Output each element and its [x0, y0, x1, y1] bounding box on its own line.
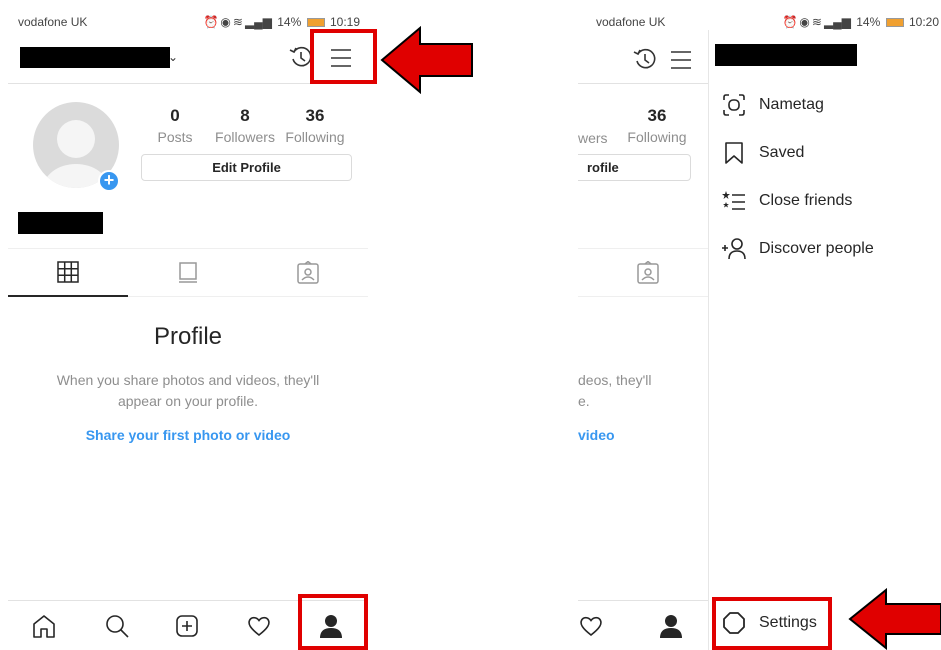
discover-people-icon	[722, 238, 746, 260]
nametag-icon	[723, 94, 745, 116]
stat-following[interactable]: 36 Following	[622, 106, 692, 145]
menu-item-label: Discover people	[759, 240, 874, 257]
empty-state-line-1-partial: deos, they'll	[578, 372, 652, 388]
signal-icon: ▂▄▆	[823, 15, 851, 29]
profile-screen: vodafone UK ⏰ ◉ ≋ ▂▄▆ 14% 10:19 ⌄ + 0 Posts…	[8, 0, 368, 650]
menu-item-nametag[interactable]: Nametag	[721, 90, 824, 120]
tab-feed[interactable]	[128, 249, 248, 297]
chevron-down-icon[interactable]: ⌄	[168, 50, 178, 64]
activity-heart-icon[interactable]	[578, 613, 604, 644]
stat-following[interactable]: 36 Following	[280, 106, 350, 145]
bookmark-icon	[725, 142, 743, 164]
following-count: 36	[305, 106, 325, 125]
home-icon[interactable]	[31, 613, 57, 644]
following-label: Following	[627, 129, 687, 145]
share-first-photo-link[interactable]: Share your first photo or video	[8, 427, 368, 443]
status-bar: vodafone UK ⏰ ◉ ≋ ▂▄▆ 14% 10:20	[578, 0, 941, 34]
share-first-photo-link-partial[interactable]: video	[578, 427, 615, 443]
system-status: ⏰ ◉ ≋ ▂▄▆ 14% 10:20	[780, 15, 939, 29]
following-count: 36	[647, 106, 667, 125]
empty-state-line-2: appear on your profile.	[117, 393, 259, 409]
hamburger-menu-icon[interactable]	[670, 50, 692, 75]
alarm-icon: ⏰	[203, 15, 219, 29]
username-redacted[interactable]	[20, 47, 170, 68]
clock-time: 10:19	[329, 15, 360, 29]
edit-profile-label-partial: rofile	[587, 160, 619, 175]
battery-icon	[306, 18, 325, 28]
grid-icon	[57, 261, 79, 283]
followers-label-partial: wers	[578, 130, 608, 146]
highlight-box-menu	[310, 29, 377, 84]
menu-item-discover-people[interactable]: Discover people	[721, 234, 874, 264]
tab-grid[interactable]	[8, 249, 128, 297]
edit-profile-button[interactable]: rofile	[578, 154, 691, 181]
system-status: ⏰ ◉ ≋ ▂▄▆ 14% 10:19	[201, 15, 360, 29]
following-label: Following	[285, 129, 345, 145]
menu-item-saved[interactable]: Saved	[721, 138, 804, 168]
battery-percent: 14%	[856, 15, 881, 29]
followers-label: Followers	[215, 129, 275, 145]
menu-item-label: Saved	[759, 144, 805, 161]
posts-count: 0	[170, 106, 180, 125]
highlight-box-settings	[712, 597, 832, 650]
drawer-username-redacted	[715, 44, 857, 66]
archive-history-icon[interactable]	[632, 46, 658, 77]
menu-item-close-friends[interactable]: Close friends	[721, 186, 852, 216]
tagged-icon	[637, 261, 659, 284]
activity-heart-icon[interactable]	[246, 613, 272, 644]
battery-percent: 14%	[277, 15, 302, 29]
empty-state-line-2-partial: e.	[578, 393, 590, 409]
signal-icon: ▂▄▆	[244, 15, 272, 29]
profile-nav-icon[interactable]	[658, 613, 684, 644]
clock-time: 10:20	[908, 15, 939, 29]
stat-posts: 0 Posts	[140, 106, 210, 145]
profile-with-drawer-screen: vodafone UK ⏰ ◉ ≋ ▂▄▆ 14% 10:20 36 Followin…	[578, 0, 941, 650]
carrier-label: vodafone UK	[18, 15, 88, 29]
wifi-icon: ≋	[232, 15, 243, 29]
edit-profile-button[interactable]: Edit Profile	[141, 154, 352, 181]
search-icon[interactable]	[104, 613, 130, 644]
profile-tabs	[578, 248, 708, 297]
alarm-icon: ⏰	[782, 15, 798, 29]
eye-icon: ◉	[220, 15, 231, 29]
tagged-icon	[297, 261, 319, 284]
feed-icon	[179, 262, 197, 283]
close-friends-icon	[722, 191, 745, 210]
stat-followers[interactable]: 8 Followers	[210, 106, 280, 145]
followers-count: 8	[240, 106, 250, 125]
arrow-left-icon	[848, 588, 941, 650]
highlight-box-profile-tab	[298, 594, 368, 650]
tab-tagged[interactable]	[248, 249, 368, 297]
arrow-left-icon	[380, 26, 473, 94]
tab-tagged[interactable]	[618, 249, 678, 297]
display-name-redacted	[18, 212, 103, 234]
menu-item-label: Close friends	[759, 192, 853, 209]
profile-tabs	[8, 248, 368, 297]
carrier-label: vodafone UK	[596, 15, 666, 29]
new-post-icon[interactable]	[174, 613, 200, 644]
eye-icon: ◉	[799, 15, 810, 29]
empty-state-title: Profile	[153, 323, 223, 350]
menu-item-label: Nametag	[759, 96, 824, 113]
posts-label: Posts	[157, 129, 193, 145]
add-story-icon[interactable]: +	[98, 170, 120, 192]
side-drawer: Nametag Saved Close friends Discover peo…	[708, 30, 941, 650]
wifi-icon: ≋	[811, 15, 822, 29]
empty-state-line-1: When you share photos and videos, they'l…	[56, 372, 320, 388]
battery-icon	[885, 18, 904, 28]
